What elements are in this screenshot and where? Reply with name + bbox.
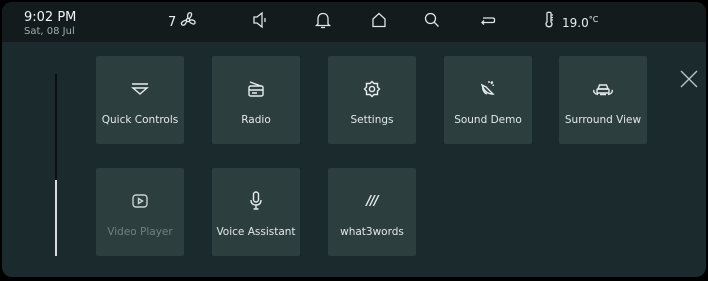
volume-button[interactable] — [251, 11, 271, 33]
notifications-button[interactable] — [313, 11, 333, 33]
app-drawer-screen: 9:02 PM Sat, 08 Jul 7 19.0°C Quick Contr… — [2, 2, 706, 277]
radio-tile[interactable]: Radio — [212, 56, 300, 144]
tile-label: what3words — [340, 226, 404, 238]
what3words-tile[interactable]: /// what3words — [328, 168, 416, 256]
video-play-icon — [96, 190, 184, 212]
fan-speed-control[interactable]: 7 — [168, 11, 198, 33]
back-button[interactable] — [478, 11, 498, 33]
quick-controls-tile[interactable]: Quick Controls — [96, 56, 184, 144]
thermometer-icon — [542, 10, 556, 34]
tile-label: Radio — [241, 114, 271, 126]
tile-label: Voice Assistant — [216, 226, 296, 238]
close-button[interactable] — [678, 68, 700, 90]
car-surround-icon — [559, 78, 647, 100]
microphone-icon — [212, 190, 300, 212]
volume-icon — [251, 10, 271, 34]
what3words-icon: /// — [328, 190, 416, 212]
home-icon — [369, 10, 389, 34]
settings-tile[interactable]: Settings — [328, 56, 416, 144]
voice-assistant-tile[interactable]: Voice Assistant — [212, 168, 300, 256]
what3words-slashes: /// — [366, 193, 378, 209]
tile-label: Sound Demo — [454, 114, 522, 126]
surround-view-tile[interactable]: Surround View — [559, 56, 647, 144]
gear-icon — [328, 78, 416, 100]
radio-icon — [212, 78, 300, 100]
video-player-tile[interactable]: Video Player — [96, 168, 184, 256]
search-button[interactable] — [422, 11, 442, 33]
fan-icon — [178, 10, 198, 34]
close-icon — [678, 70, 700, 94]
bell-icon — [313, 10, 333, 34]
scrollbar-thumb[interactable] — [55, 180, 57, 256]
back-arrow-icon — [478, 10, 498, 34]
tile-label: Video Player — [107, 226, 173, 238]
tile-label: Surround View — [564, 114, 642, 126]
search-icon — [422, 10, 442, 34]
clock-date: Sat, 08 Jul — [24, 26, 75, 37]
status-bar: 9:02 PM Sat, 08 Jul 7 19.0°C — [2, 2, 706, 42]
sound-demo-icon — [444, 78, 532, 100]
quick-controls-icon — [96, 78, 184, 100]
home-button[interactable] — [369, 11, 389, 33]
fan-level: 7 — [168, 14, 177, 30]
temperature-number: 19.0 — [562, 15, 589, 30]
tile-label: Settings — [350, 114, 394, 126]
sound-demo-tile[interactable]: Sound Demo — [444, 56, 532, 144]
climate-temperature[interactable]: 19.0°C — [542, 11, 598, 33]
clock-time: 9:02 PM — [24, 10, 77, 25]
temperature-unit: °C — [588, 14, 599, 24]
tile-label: Quick Controls — [101, 114, 179, 126]
temperature-value: 19.0°C — [562, 15, 598, 30]
